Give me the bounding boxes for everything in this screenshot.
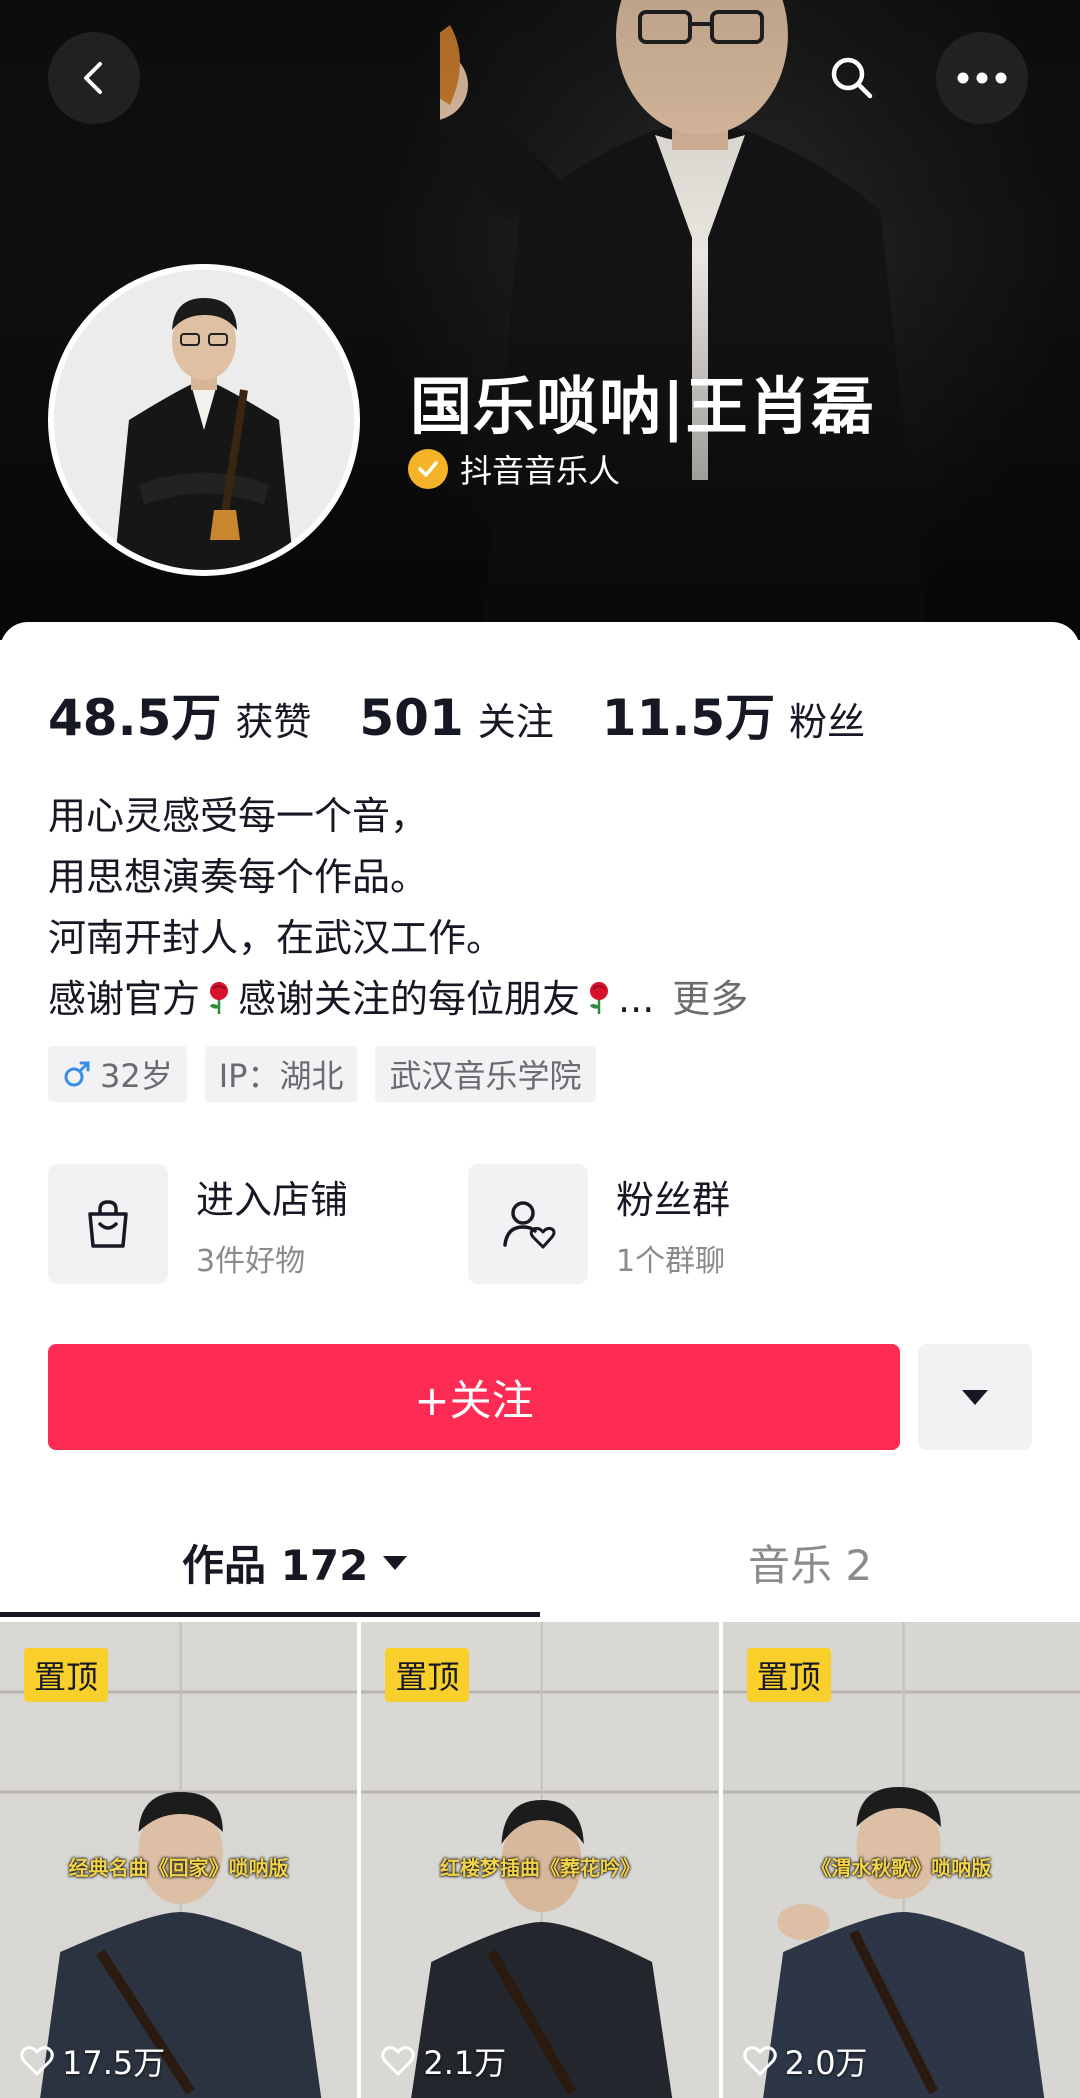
video-caption: 经典名曲《回家》唢呐版 bbox=[68, 1856, 289, 1880]
bio-line-4-part-a: 感谢官方 bbox=[48, 977, 201, 1021]
bio-line-2: 用思想演奏每个作品。 bbox=[48, 855, 429, 899]
video-grid: 置顶 经典名曲《回家》唢呐版 17.5万 置顶 红楼梦插曲《葬花吟》 2.1万 bbox=[0, 1622, 1080, 2098]
heart-icon bbox=[20, 2046, 54, 2076]
video-likes-count: 2.1万 bbox=[423, 2044, 507, 2082]
back-button[interactable] bbox=[48, 32, 140, 124]
stat-followers-value: 11.5万 bbox=[601, 689, 776, 747]
video-caption: 红楼梦插曲《葬花吟》 bbox=[439, 1856, 640, 1880]
caret-down-icon bbox=[383, 1555, 408, 1570]
tag-age-label: 32岁 bbox=[100, 1057, 173, 1095]
bio-line-4-part-b: 感谢关注的每位朋友 bbox=[238, 977, 581, 1021]
fans-group-icon-tile bbox=[468, 1164, 588, 1284]
bio-line-1: 用心灵感受每一个音， bbox=[48, 794, 429, 838]
bio-line-4-ellipsis: ... bbox=[618, 977, 655, 1021]
shop-entry-sub: 3件好物 bbox=[196, 1243, 306, 1279]
stat-following-label: 关注 bbox=[477, 700, 554, 744]
follow-button[interactable]: +关注 bbox=[48, 1344, 900, 1450]
video-likes: 2.1万 bbox=[381, 2038, 506, 2084]
bio-line-4: 感谢官方 感谢关注的每位朋友 ... 更多 bbox=[48, 969, 1048, 1030]
video-likes: 17.5万 bbox=[20, 2038, 165, 2084]
stat-likes[interactable]: 48.5万 获赞 bbox=[48, 678, 311, 750]
rose-icon bbox=[210, 982, 229, 1014]
male-icon bbox=[64, 1061, 90, 1087]
pinned-badge: 置顶 bbox=[24, 1648, 109, 1702]
video-tile[interactable]: 置顶 《渭水秋歌》唢呐版 2.0万 bbox=[722, 1622, 1080, 2098]
tag-age: 32岁 bbox=[48, 1046, 187, 1102]
tab-music-label: 音乐 2 bbox=[748, 1541, 873, 1590]
fans-group-entry[interactable]: 粉丝群 1个群聊 bbox=[468, 1164, 888, 1284]
bio: 用心灵感受每一个音， 用思想演奏每个作品。 河南开封人，在武汉工作。 感谢官方 … bbox=[48, 786, 1048, 1030]
video-likes: 2.0万 bbox=[742, 2038, 868, 2084]
video-tile[interactable]: 置顶 经典名曲《回家》唢呐版 17.5万 bbox=[0, 1622, 358, 2098]
stat-likes-value: 48.5万 bbox=[48, 689, 222, 747]
profile-name: 国乐唢呐|王肖磊 bbox=[410, 370, 875, 443]
tag-ip: IP：湖北 bbox=[204, 1046, 358, 1102]
video-likes-count: 17.5万 bbox=[62, 2044, 166, 2082]
tab-underline bbox=[0, 1612, 540, 1617]
shopping-bag-icon bbox=[88, 1200, 128, 1248]
fan-group-icon bbox=[503, 1201, 556, 1249]
verification-label: 抖音音乐人 bbox=[460, 452, 621, 490]
avatar[interactable] bbox=[48, 264, 360, 576]
bio-line-3: 河南开封人，在武汉工作。 bbox=[48, 916, 505, 960]
heart-icon bbox=[742, 2046, 777, 2076]
stats-row: 48.5万 获赞 501 关注 11.5万 粉丝 bbox=[48, 678, 913, 750]
fans-group-entry-title: 粉丝群 bbox=[616, 1177, 731, 1222]
video-tile[interactable]: 置顶 红楼梦插曲《葬花吟》 2.1万 bbox=[361, 1622, 719, 2098]
content-tabs: 作品 172 音乐 2 bbox=[0, 1520, 1080, 1620]
stat-following[interactable]: 501 关注 bbox=[359, 689, 553, 747]
search-icon bbox=[831, 57, 873, 99]
back-icon bbox=[84, 62, 102, 94]
tag-school[interactable]: 武汉音乐学院 bbox=[375, 1046, 596, 1102]
more-button[interactable] bbox=[936, 32, 1028, 124]
entry-row: 进入店铺 3件好物 粉丝群 1个群聊 bbox=[48, 1164, 888, 1284]
pinned-badge: 置顶 bbox=[746, 1648, 831, 1702]
tag-school-label: 武汉音乐学院 bbox=[389, 1057, 582, 1095]
stat-likes-label: 获赞 bbox=[235, 700, 312, 744]
stat-followers[interactable]: 11.5万 粉丝 bbox=[602, 678, 865, 750]
verification: 抖音音乐人 bbox=[408, 446, 620, 492]
tag-row: 32岁 IP：湖北 武汉音乐学院 bbox=[48, 1046, 596, 1102]
caret-down-icon bbox=[962, 1390, 988, 1405]
video-caption: 《渭水秋歌》唢呐版 bbox=[811, 1856, 992, 1880]
avatar-photo bbox=[54, 270, 354, 570]
stat-followers-label: 粉丝 bbox=[789, 700, 866, 744]
bio-more-link[interactable]: 更多 bbox=[672, 977, 748, 1021]
tab-music[interactable]: 音乐 2 bbox=[748, 1532, 872, 1593]
fans-group-entry-sub: 1个群聊 bbox=[616, 1243, 726, 1279]
video-likes-count: 2.0万 bbox=[784, 2044, 868, 2082]
shop-icon-tile bbox=[48, 1164, 168, 1284]
search-button[interactable] bbox=[806, 32, 898, 124]
recommend-dropdown-button[interactable] bbox=[918, 1344, 1032, 1450]
pinned-badge: 置顶 bbox=[385, 1648, 470, 1702]
more-icon bbox=[957, 72, 1007, 84]
shop-entry[interactable]: 进入店铺 3件好物 bbox=[48, 1164, 468, 1284]
heart-icon bbox=[381, 2046, 416, 2076]
verified-icon bbox=[408, 449, 448, 489]
rose-icon bbox=[590, 982, 609, 1014]
tab-works-label: 作品 172 bbox=[182, 1541, 369, 1590]
shop-entry-title: 进入店铺 bbox=[196, 1177, 349, 1222]
stat-following-value: 501 bbox=[359, 689, 464, 747]
tab-works[interactable]: 作品 172 bbox=[182, 1532, 408, 1593]
tag-ip-label: IP：湖北 bbox=[218, 1057, 344, 1095]
